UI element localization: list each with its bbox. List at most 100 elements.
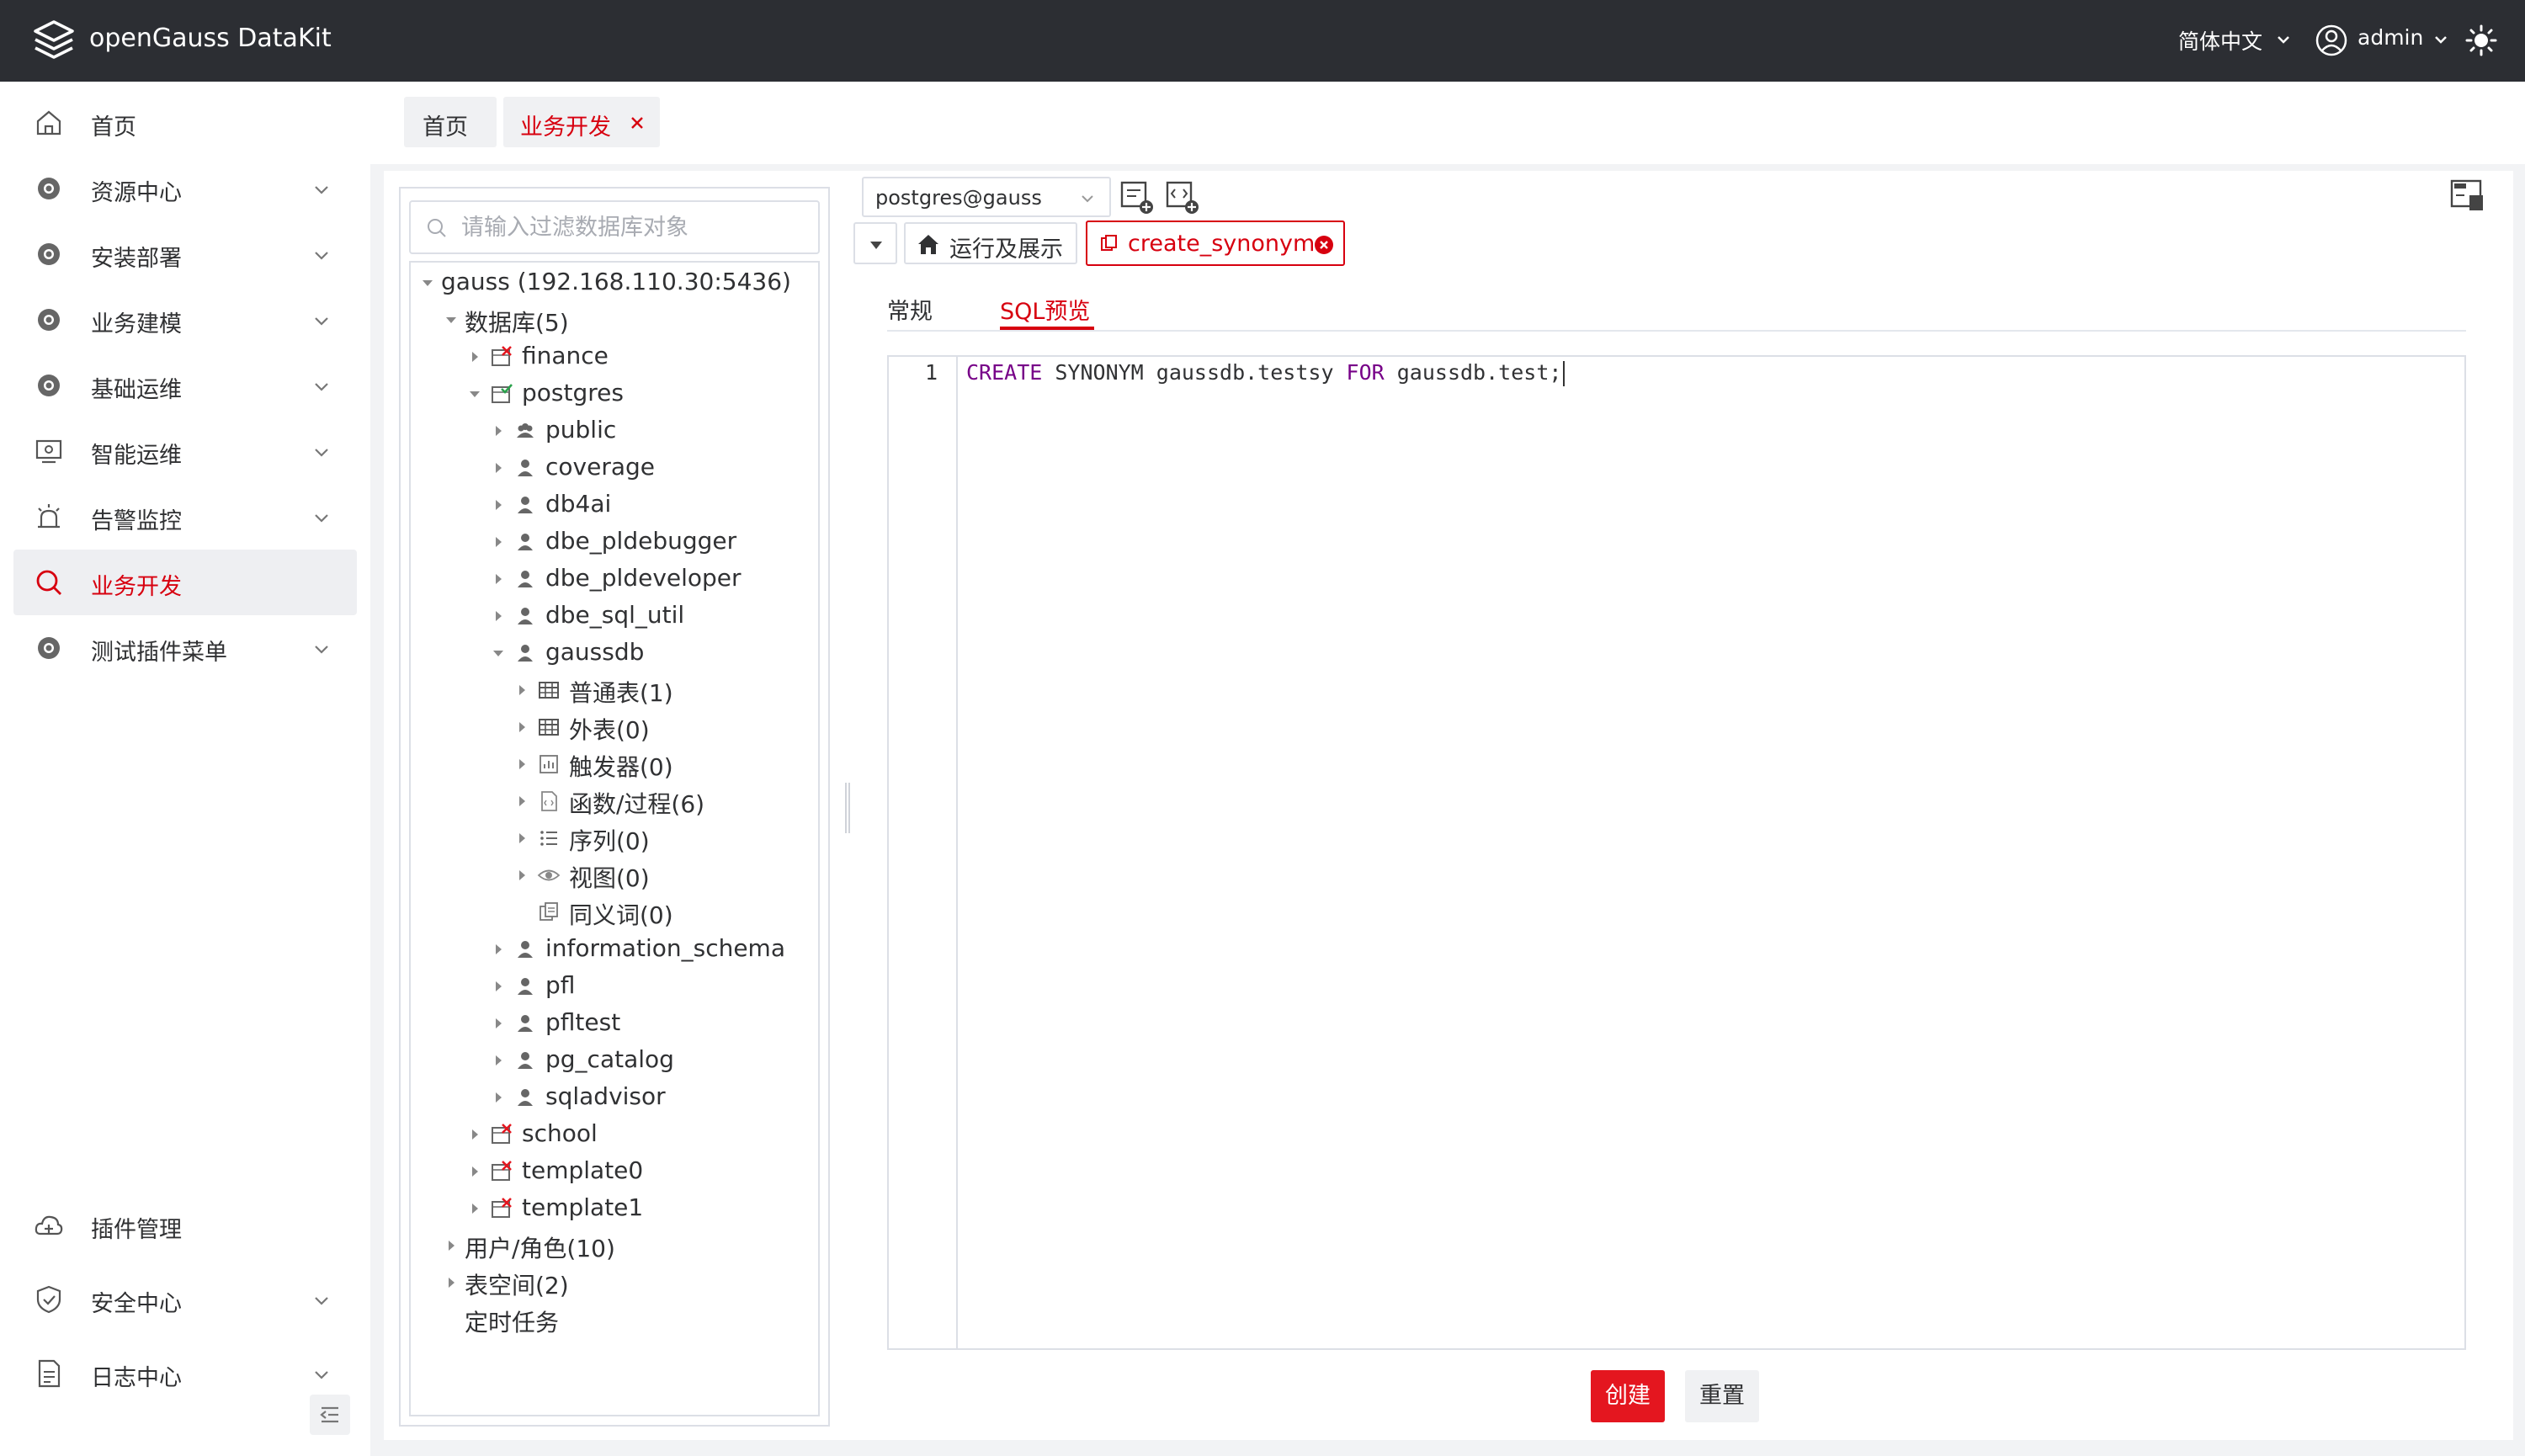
- tree-node[interactable]: 触发器(0): [513, 747, 818, 781]
- tree-node[interactable]: pg_catalog: [490, 1044, 818, 1077]
- tree-node[interactable]: school: [466, 1118, 818, 1151]
- sidebar-item-log-center[interactable]: 日志中心: [13, 1341, 357, 1406]
- chevron-down-icon[interactable]: [2430, 29, 2452, 50]
- caret-right-icon[interactable]: [490, 1052, 507, 1069]
- chevron-down-icon[interactable]: [2272, 29, 2294, 50]
- caret-right-icon[interactable]: [513, 719, 530, 736]
- caret-down-icon[interactable]: [466, 385, 483, 402]
- page-tab-business-dev[interactable]: 业务开发: [503, 97, 660, 147]
- tree-node[interactable]: db4ai: [490, 488, 818, 522]
- page-tab-home[interactable]: 首页: [404, 97, 497, 147]
- sidebar-item-test-plugin-menu[interactable]: 测试插件菜单: [13, 615, 357, 681]
- tree-node[interactable]: postgres: [466, 377, 818, 411]
- tab-sql-preview[interactable]: SQL预览: [1000, 293, 1090, 326]
- connection-select[interactable]: postgres@gauss: [862, 177, 1111, 217]
- caret-right-icon[interactable]: [513, 830, 530, 847]
- user-avatar-icon[interactable]: [2315, 24, 2348, 57]
- tree-node[interactable]: 外表(0): [513, 710, 818, 744]
- user-name[interactable]: admin: [2358, 25, 2423, 50]
- tree-node[interactable]: gauss (192.168.110.30:5436): [419, 266, 818, 300]
- tree-node-label: dbe_sql_util: [545, 601, 685, 629]
- caret-down-icon[interactable]: [419, 274, 436, 291]
- tree-node-label: gauss (192.168.110.30:5436): [441, 268, 791, 295]
- tree-node[interactable]: 用户/角色(10): [443, 1229, 818, 1262]
- close-icon[interactable]: [628, 114, 646, 132]
- tree-filter-input[interactable]: [461, 209, 806, 246]
- sql-editor[interactable]: 1 CREATE SYNONYM gaussdb.testsy FOR gaus…: [887, 355, 2466, 1350]
- sidebar-item-install-deploy[interactable]: 安装部署: [13, 221, 357, 287]
- caret-right-icon[interactable]: [466, 348, 483, 365]
- tree-node[interactable]: public: [490, 414, 818, 448]
- tree-node[interactable]: dbe_pldeveloper: [490, 562, 818, 596]
- caret-right-icon[interactable]: [513, 793, 530, 810]
- create-button[interactable]: 创建: [1591, 1370, 1665, 1422]
- layers-logo-icon: [34, 20, 74, 59]
- sidebar-item-basic-ops[interactable]: 基础运维: [13, 353, 357, 418]
- tabs-dropdown-button[interactable]: [853, 222, 897, 264]
- caret-right-icon[interactable]: [490, 497, 507, 513]
- tree-node[interactable]: pfltest: [490, 1007, 818, 1040]
- active-tab-underline: [1000, 327, 1094, 330]
- new-code-icon[interactable]: [1165, 180, 1200, 215]
- language-selector[interactable]: 简体中文: [2178, 25, 2262, 56]
- tree-node[interactable]: dbe_pldebugger: [490, 525, 818, 559]
- tree-node[interactable]: gaussdb: [490, 636, 818, 670]
- tree-node[interactable]: 函数/过程(6): [513, 784, 818, 818]
- tree-node[interactable]: sqladvisor: [490, 1081, 818, 1114]
- tree-node[interactable]: template0: [466, 1155, 818, 1188]
- tree-node[interactable]: 普通表(1): [513, 673, 818, 707]
- sidebar-item-plugin-management[interactable]: 插件管理: [13, 1193, 357, 1258]
- caret-right-icon[interactable]: [443, 1274, 460, 1291]
- tree-node[interactable]: 表空间(2): [443, 1266, 818, 1299]
- caret-right-icon[interactable]: [490, 1089, 507, 1106]
- tab-run-display[interactable]: 运行及展示: [904, 222, 1077, 264]
- tree-node[interactable]: 序列(0): [513, 821, 818, 855]
- close-circle-icon[interactable]: [1313, 234, 1335, 256]
- sidebar-item-alarm-monitor[interactable]: 告警监控: [13, 484, 357, 550]
- tree-node[interactable]: 视图(0): [513, 858, 818, 892]
- tree-node[interactable]: finance: [466, 340, 818, 374]
- caret-right-icon[interactable]: [513, 682, 530, 699]
- caret-right-icon[interactable]: [490, 978, 507, 995]
- tree-node[interactable]: 定时任务: [443, 1303, 818, 1336]
- sidebar-item-smart-ops[interactable]: 智能运维: [13, 418, 357, 484]
- tree-node[interactable]: 同义词(0): [513, 895, 818, 929]
- database-error-icon: [490, 345, 513, 369]
- caret-down-icon[interactable]: [490, 645, 507, 662]
- tree-node[interactable]: coverage: [490, 451, 818, 485]
- sidebar-item-business-modeling[interactable]: 业务建模: [13, 287, 357, 353]
- caret-right-icon[interactable]: [466, 1200, 483, 1217]
- tree-node[interactable]: template1: [466, 1192, 818, 1225]
- caret-down-icon[interactable]: [443, 311, 460, 328]
- sidebar-item-business-dev[interactable]: 业务开发: [13, 550, 357, 615]
- caret-right-icon[interactable]: [443, 1237, 460, 1254]
- caret-right-icon[interactable]: [490, 1015, 507, 1032]
- caret-right-icon[interactable]: [490, 608, 507, 624]
- tab-general[interactable]: 常规: [887, 293, 933, 326]
- collapse-sidebar-button[interactable]: [310, 1395, 350, 1435]
- sql-icon[interactable]: [2449, 178, 2486, 214]
- tree-node[interactable]: pfl: [490, 970, 818, 1003]
- reset-button[interactable]: 重置: [1685, 1370, 1759, 1422]
- new-query-icon[interactable]: [1119, 180, 1155, 215]
- sql-code-line[interactable]: CREATE SYNONYM gaussdb.testsy FOR gaussd…: [966, 360, 1566, 386]
- sun-theme-icon[interactable]: [2464, 24, 2498, 57]
- caret-right-icon[interactable]: [513, 867, 530, 884]
- caret-right-icon[interactable]: [490, 941, 507, 958]
- caret-right-icon[interactable]: [490, 534, 507, 550]
- caret-right-icon[interactable]: [490, 422, 507, 439]
- tree-node[interactable]: 数据库(5): [443, 303, 818, 337]
- panel-splitter-handle[interactable]: [845, 783, 850, 833]
- caret-right-icon[interactable]: [490, 460, 507, 476]
- tab-create-synonym[interactable]: create_synonym: [1086, 221, 1345, 266]
- sidebar-item-resource-center[interactable]: 资源中心: [13, 156, 357, 221]
- caret-right-icon[interactable]: [513, 756, 530, 773]
- tree-filter-search[interactable]: [409, 200, 820, 254]
- tree-node[interactable]: dbe_sql_util: [490, 599, 818, 633]
- caret-right-icon[interactable]: [466, 1163, 483, 1180]
- sidebar-item-home[interactable]: 首页: [13, 90, 357, 156]
- caret-right-icon[interactable]: [490, 571, 507, 587]
- sidebar-item-security-center[interactable]: 安全中心: [13, 1267, 357, 1332]
- tree-node[interactable]: information_schema: [490, 933, 818, 966]
- caret-right-icon[interactable]: [466, 1126, 483, 1143]
